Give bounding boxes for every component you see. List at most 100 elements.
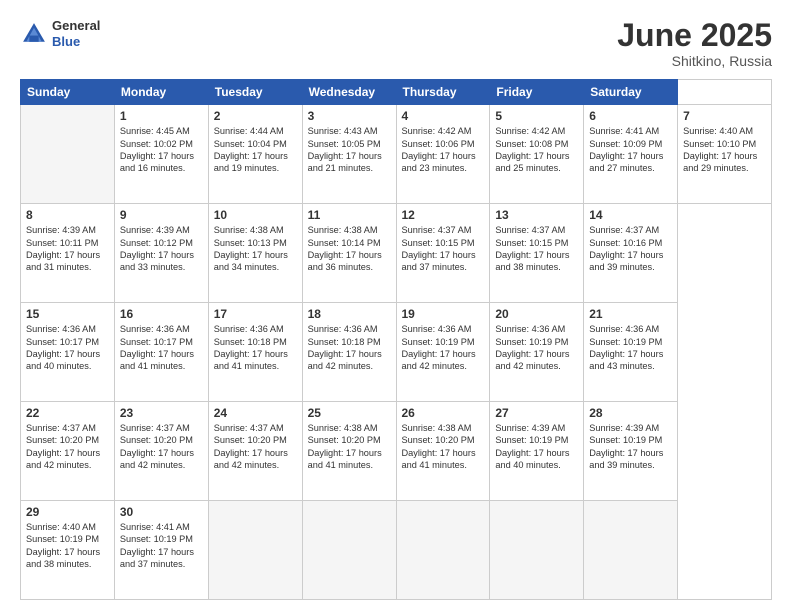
cell-info: Sunrise: 4:37 AMSunset: 10:20 PMDaylight… — [214, 422, 297, 472]
calendar-cell: 18Sunrise: 4:36 AMSunset: 10:18 PMDaylig… — [302, 303, 396, 402]
day-number: 29 — [26, 505, 109, 519]
day-number: 30 — [120, 505, 203, 519]
cell-info: Sunrise: 4:37 AMSunset: 10:15 PMDaylight… — [495, 224, 578, 274]
calendar-week-row: 8Sunrise: 4:39 AMSunset: 10:11 PMDayligh… — [21, 204, 772, 303]
weekday-header: Monday — [114, 80, 208, 105]
cell-info: Sunrise: 4:38 AMSunset: 10:20 PMDaylight… — [402, 422, 485, 472]
cell-info: Sunrise: 4:36 AMSunset: 10:18 PMDaylight… — [214, 323, 297, 373]
day-number: 3 — [308, 109, 391, 123]
calendar-cell: 21 Sunrise: 4:36 AMSunset: 10:19 PMDaylig… — [584, 303, 678, 402]
cell-info: Sunrise: 4:38 AMSunset: 10:20 PMDaylight… — [308, 422, 391, 472]
day-number: 5 — [495, 109, 578, 123]
weekday-header-row: SundayMondayTuesdayWednesdayThursdayFrid… — [21, 80, 772, 105]
logo-icon — [20, 20, 48, 48]
calendar-cell: 26 Sunrise: 4:38 AMSunset: 10:20 PMDaylig… — [396, 402, 490, 501]
weekday-header: Friday — [490, 80, 584, 105]
weekday-header: Sunday — [21, 80, 115, 105]
calendar-cell: 11 Sunrise: 4:38 AMSunset: 10:14 PMDaylig… — [302, 204, 396, 303]
day-number: 10 — [214, 208, 297, 222]
calendar-cell: 27Sunrise: 4:39 AMSunset: 10:19 PMDaylig… — [490, 402, 584, 501]
logo-blue: Blue — [52, 34, 100, 50]
calendar-cell: 19 Sunrise: 4:36 AMSunset: 10:19 PMDaylig… — [396, 303, 490, 402]
day-number: 26 — [402, 406, 485, 420]
cell-info: Sunrise: 4:39 AMSunset: 10:12 PMDaylight… — [120, 224, 203, 274]
cell-info: Sunrise: 4:36 AMSunset: 10:19 PMDaylight… — [402, 323, 485, 373]
cell-info: Sunrise: 4:39 AMSunset: 10:19 PMDaylight… — [589, 422, 672, 472]
logo-text: General Blue — [52, 18, 100, 49]
month-title: June 2025 — [617, 18, 772, 53]
cell-info: Sunrise: 4:42 AMSunset: 10:08 PMDaylight… — [495, 125, 578, 175]
calendar-cell: 20 Sunrise: 4:36 AMSunset: 10:19 PMDaylig… — [490, 303, 584, 402]
day-number: 24 — [214, 406, 297, 420]
cell-info: Sunrise: 4:43 AMSunset: 10:05 PMDaylight… — [308, 125, 391, 175]
day-number: 9 — [120, 208, 203, 222]
calendar-table: SundayMondayTuesdayWednesdayThursdayFrid… — [20, 79, 772, 600]
cell-info: Sunrise: 4:45 AMSunset: 10:02 PMDaylight… — [120, 125, 203, 175]
day-number: 4 — [402, 109, 485, 123]
calendar-cell: 9 Sunrise: 4:39 AMSunset: 10:12 PMDayligh… — [114, 204, 208, 303]
day-number: 28 — [589, 406, 672, 420]
day-number: 16 — [120, 307, 203, 321]
calendar-cell: 3 Sunrise: 4:43 AMSunset: 10:05 PMDayligh… — [302, 105, 396, 204]
cell-info: Sunrise: 4:36 AMSunset: 10:19 PMDaylight… — [589, 323, 672, 373]
calendar-cell: 10 Sunrise: 4:38 AMSunset: 10:13 PMDaylig… — [208, 204, 302, 303]
cell-info: Sunrise: 4:37 AMSunset: 10:16 PMDaylight… — [589, 224, 672, 274]
calendar-cell: 13 Sunrise: 4:37 AMSunset: 10:15 PMDaylig… — [490, 204, 584, 303]
weekday-header: Wednesday — [302, 80, 396, 105]
cell-info: Sunrise: 4:36 AMSunset: 10:19 PMDaylight… — [495, 323, 578, 373]
calendar-cell — [21, 105, 115, 204]
header: General Blue June 2025 Shitkino, Russia — [20, 18, 772, 69]
calendar-cell: 1 Sunrise: 4:45 AMSunset: 10:02 PMDayligh… — [114, 105, 208, 204]
calendar-week-row: 15 Sunrise: 4:36 AMSunset: 10:17 PMDaylig… — [21, 303, 772, 402]
logo-general: General — [52, 18, 100, 34]
calendar-cell — [490, 501, 584, 600]
day-number: 19 — [402, 307, 485, 321]
day-number: 18 — [308, 307, 391, 321]
calendar-cell: 30Sunrise: 4:41 AMSunset: 10:19 PMDaylig… — [114, 501, 208, 600]
day-number: 6 — [589, 109, 672, 123]
day-number: 11 — [308, 208, 391, 222]
cell-info: Sunrise: 4:39 AMSunset: 10:11 PMDaylight… — [26, 224, 109, 274]
day-number: 7 — [683, 109, 766, 123]
cell-info: Sunrise: 4:37 AMSunset: 10:20 PMDaylight… — [26, 422, 109, 472]
calendar-cell: 16 Sunrise: 4:36 AMSunset: 10:17 PMDaylig… — [114, 303, 208, 402]
day-number: 13 — [495, 208, 578, 222]
day-number: 17 — [214, 307, 297, 321]
calendar-cell: 17 Sunrise: 4:36 AMSunset: 10:18 PMDaylig… — [208, 303, 302, 402]
day-number: 22 — [26, 406, 109, 420]
calendar-cell: 6Sunrise: 4:41 AMSunset: 10:09 PMDayligh… — [584, 105, 678, 204]
day-number: 25 — [308, 406, 391, 420]
calendar-cell: 29Sunrise: 4:40 AMSunset: 10:19 PMDaylig… — [21, 501, 115, 600]
cell-info: Sunrise: 4:38 AMSunset: 10:13 PMDaylight… — [214, 224, 297, 274]
cell-info: Sunrise: 4:38 AMSunset: 10:14 PMDaylight… — [308, 224, 391, 274]
weekday-header: Tuesday — [208, 80, 302, 105]
weekday-header: Thursday — [396, 80, 490, 105]
calendar-cell: 14Sunrise: 4:37 AMSunset: 10:16 PMDaylig… — [584, 204, 678, 303]
calendar-cell: 4 Sunrise: 4:42 AMSunset: 10:06 PMDayligh… — [396, 105, 490, 204]
day-number: 2 — [214, 109, 297, 123]
calendar-week-row: 1 Sunrise: 4:45 AMSunset: 10:02 PMDayligh… — [21, 105, 772, 204]
location: Shitkino, Russia — [617, 53, 772, 69]
calendar-week-row: 29Sunrise: 4:40 AMSunset: 10:19 PMDaylig… — [21, 501, 772, 600]
day-number: 21 — [589, 307, 672, 321]
calendar-cell: 24 Sunrise: 4:37 AMSunset: 10:20 PMDaylig… — [208, 402, 302, 501]
calendar-cell — [584, 501, 678, 600]
calendar-cell: 5 Sunrise: 4:42 AMSunset: 10:08 PMDayligh… — [490, 105, 584, 204]
calendar-cell: 28 Sunrise: 4:39 AMSunset: 10:19 PMDaylig… — [584, 402, 678, 501]
title-block: June 2025 Shitkino, Russia — [617, 18, 772, 69]
cell-info: Sunrise: 4:42 AMSunset: 10:06 PMDaylight… — [402, 125, 485, 175]
calendar-page: General Blue June 2025 Shitkino, Russia … — [0, 0, 792, 612]
calendar-cell: 8Sunrise: 4:39 AMSunset: 10:11 PMDayligh… — [21, 204, 115, 303]
cell-info: Sunrise: 4:36 AMSunset: 10:17 PMDaylight… — [120, 323, 203, 373]
cell-info: Sunrise: 4:37 AMSunset: 10:15 PMDaylight… — [402, 224, 485, 274]
day-number: 20 — [495, 307, 578, 321]
cell-info: Sunrise: 4:40 AMSunset: 10:10 PMDaylight… — [683, 125, 766, 175]
calendar-cell: 12Sunrise: 4:37 AMSunset: 10:15 PMDaylig… — [396, 204, 490, 303]
day-number: 15 — [26, 307, 109, 321]
cell-info: Sunrise: 4:44 AMSunset: 10:04 PMDaylight… — [214, 125, 297, 175]
day-number: 27 — [495, 406, 578, 420]
calendar-cell: 15 Sunrise: 4:36 AMSunset: 10:17 PMDaylig… — [21, 303, 115, 402]
cell-info: Sunrise: 4:36 AMSunset: 10:17 PMDaylight… — [26, 323, 109, 373]
calendar-cell: 23Sunrise: 4:37 AMSunset: 10:20 PMDaylig… — [114, 402, 208, 501]
day-number: 1 — [120, 109, 203, 123]
